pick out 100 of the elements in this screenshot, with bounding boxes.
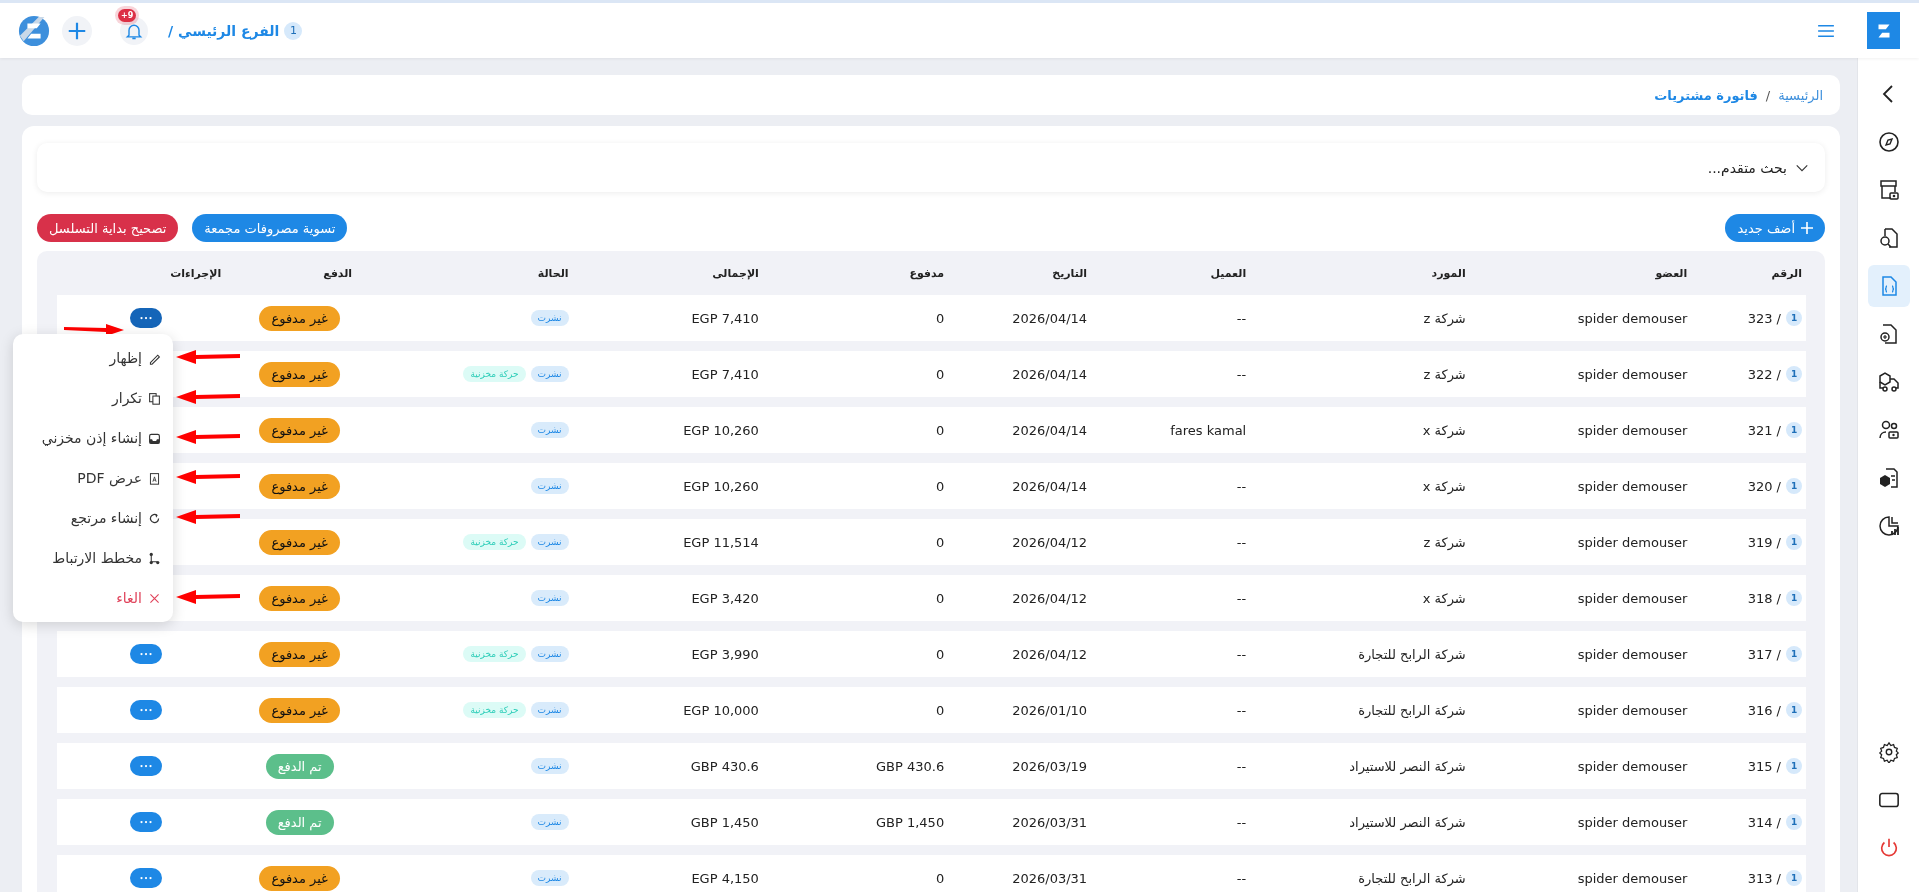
settle-expenses-button[interactable]: تسوية مصروفات مجمعة: [192, 214, 348, 242]
table-cell: 0: [935, 534, 945, 550]
menu-item[interactable]: عرض PDF: [13, 458, 173, 498]
menu-item[interactable]: مخطط الارتباط: [13, 538, 173, 578]
menu-icon[interactable]: [1817, 23, 1835, 38]
table-cell: GBP 430.6: [875, 758, 945, 774]
branch-badge: 1: [1786, 646, 1802, 662]
branch-badge: 1: [1786, 814, 1802, 830]
table-cell: --: [1236, 590, 1247, 606]
more-button[interactable]: [130, 812, 163, 832]
branch-badge: 1: [1786, 366, 1802, 382]
payment-status: غير مدفوع: [259, 305, 340, 331]
users-icon: [1876, 418, 1901, 442]
table-cell: شركة النصر للاستيراد: [1349, 758, 1466, 774]
status-tag: نشرت: [530, 814, 569, 830]
status-tag: نشرت: [530, 366, 569, 382]
table-cell: --: [1236, 646, 1247, 662]
close-icon: [148, 591, 161, 605]
status-tag: نشرت: [530, 758, 569, 774]
menu-item[interactable]: إنشاء مرتجع: [13, 498, 173, 538]
table-cell: 0: [935, 310, 945, 326]
table-cell: --: [1236, 702, 1247, 718]
status-tag: نشرت: [530, 310, 569, 326]
more-button[interactable]: [130, 868, 163, 888]
table-cell: --: [1236, 758, 1247, 774]
notifications-button[interactable]: [120, 16, 148, 45]
invoice-number: 322 /: [1747, 366, 1781, 382]
breadcrumb-link[interactable]: الرئيسية: [1778, 87, 1823, 103]
settings-icon[interactable]: [1877, 741, 1900, 763]
payment-status: غير مدفوع: [259, 361, 340, 387]
invoice-number: 318 /: [1747, 590, 1781, 606]
table-cell: spider demouser: [1577, 870, 1688, 886]
table-cell: GBP 430.6: [690, 758, 759, 774]
payment-status: تم الدفع: [265, 809, 334, 835]
table-cell: شركة z: [1423, 534, 1466, 550]
more-button[interactable]: [130, 308, 163, 328]
breadcrumb-separator: /: [1765, 87, 1771, 103]
table-cell: spider demouser: [1577, 478, 1688, 494]
table-cell: spider demouser: [1577, 422, 1688, 438]
branch-badge: 1: [1786, 870, 1802, 886]
pie-chart-icon: [1876, 514, 1901, 538]
menu-item[interactable]: إظهار: [13, 338, 173, 378]
table-cell: 0: [935, 590, 945, 606]
menu-item[interactable]: إنشاء إذن مخزني: [13, 418, 173, 458]
table-cell: 2026/04/14: [1012, 422, 1088, 438]
table-cell: spider demouser: [1577, 590, 1688, 606]
advanced-search-toggle[interactable]: بحث متقدم...: [37, 143, 1825, 192]
table-cell: --: [1236, 366, 1247, 382]
table-cell: spider demouser: [1577, 702, 1688, 718]
table-cell: 2026/03/19: [1012, 758, 1088, 774]
table-cell: شركة النصر للاستيراد: [1349, 814, 1466, 830]
payment-status: غير مدفوع: [259, 641, 340, 667]
payment-status: غير مدفوع: [259, 473, 340, 499]
column-header: الإجراءات: [170, 266, 222, 280]
table-cell: spider demouser: [1577, 366, 1688, 382]
more-icon: [140, 876, 153, 880]
branch-badge: 1: [1786, 702, 1802, 718]
table-cell: spider demouser: [1577, 534, 1688, 550]
branch-badge: 1: [1786, 310, 1802, 326]
more-button[interactable]: [130, 644, 163, 664]
invoice-number: 323 /: [1747, 310, 1781, 326]
table-cell: 0: [935, 870, 945, 886]
more-icon: [140, 708, 153, 712]
menu-item[interactable]: الغاء: [13, 578, 173, 618]
add-button[interactable]: [62, 15, 92, 46]
table-cell: --: [1236, 534, 1247, 550]
more-button[interactable]: [130, 756, 163, 776]
invoice-number: 320 /: [1747, 478, 1781, 494]
column-header: التاريخ: [1052, 266, 1088, 280]
table-cell: GBP 1,450: [690, 814, 759, 830]
branch-badge: 1: [1786, 422, 1802, 438]
menu-item[interactable]: تكرار: [13, 378, 173, 418]
payment-status: غير مدفوع: [259, 697, 340, 723]
avatar[interactable]: [18, 14, 50, 47]
add-new-button[interactable]: أضف جديد: [1725, 214, 1825, 242]
table-cell: شركة الرابح للتجارة: [1358, 646, 1466, 662]
notification-count: +9: [118, 8, 137, 22]
refresh-icon: [148, 511, 161, 525]
table-cell: EGP 7,410: [691, 366, 759, 382]
table-cell: شركة z: [1423, 366, 1466, 382]
payment-status: غير مدفوع: [259, 417, 340, 443]
table-cell: spider demouser: [1577, 646, 1688, 662]
table-cell: 0: [935, 422, 945, 438]
invoice-number: 314 /: [1747, 814, 1781, 830]
truck-icon: [1876, 370, 1901, 394]
status-tag: حركة مخزنية: [463, 702, 526, 718]
column-header: مدفوع: [909, 266, 945, 280]
status-tag: نشرت: [530, 534, 569, 550]
invoice-number: 313 /: [1747, 870, 1781, 886]
column-header: المورد: [1431, 266, 1466, 280]
app-logo[interactable]: [1867, 12, 1900, 49]
payment-status: غير مدفوع: [259, 585, 340, 611]
table-cell: --: [1236, 310, 1247, 326]
table-cell: 2026/04/14: [1012, 366, 1088, 382]
copy-icon: [148, 391, 161, 405]
status-tag: نشرت: [530, 478, 569, 494]
more-button[interactable]: [130, 700, 163, 720]
reset-sequence-button[interactable]: تصحيح بداية التسلسل: [37, 214, 179, 242]
table-cell: spider demouser: [1577, 814, 1688, 830]
table-cell: EGP 7,410: [691, 310, 759, 326]
